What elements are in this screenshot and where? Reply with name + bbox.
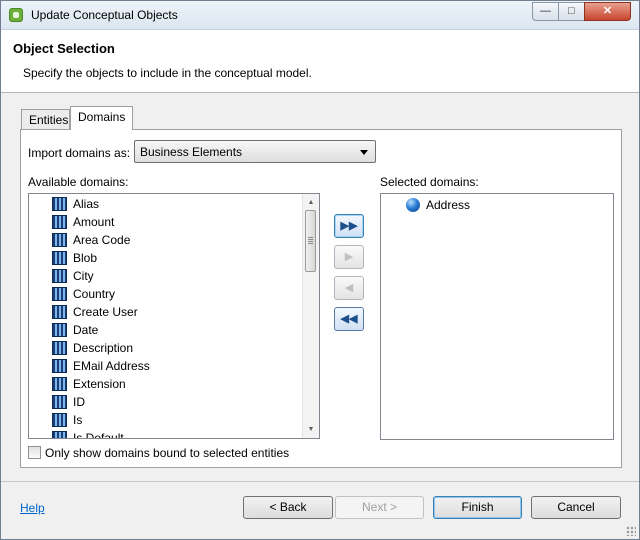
available-domains-items: Alias Amount Area Code Blob City Country Creat… — [29, 195, 303, 439]
scroll-down-icon[interactable]: ▼ — [303, 421, 319, 438]
selected-domains-label: Selected domains: — [380, 175, 479, 189]
domain-label: Is — [73, 413, 83, 427]
domain-label: Date — [73, 323, 99, 337]
window-title: Update Conceptual Objects — [31, 8, 178, 22]
domain-icon — [52, 269, 67, 283]
list-item[interactable]: Is — [29, 411, 303, 429]
domain-label: Area Code — [73, 233, 131, 247]
list-item[interactable]: Create User — [29, 303, 303, 321]
domain-label: City — [73, 269, 94, 283]
domain-label: Blob — [73, 251, 98, 265]
resize-grip-icon[interactable] — [626, 526, 636, 536]
list-item[interactable]: Description — [29, 339, 303, 357]
domain-label: Create User — [73, 305, 138, 319]
list-item[interactable]: Blob — [29, 249, 303, 267]
back-button[interactable]: < Back — [243, 496, 333, 519]
list-item[interactable]: Amount — [29, 213, 303, 231]
domain-label: Is Default — [73, 431, 124, 439]
domain-label: Alias — [73, 197, 100, 211]
domain-icon — [52, 287, 67, 301]
remove-button[interactable]: ◀ — [334, 276, 364, 300]
close-button[interactable]: ✕ — [584, 2, 631, 21]
domain-icon — [52, 413, 67, 427]
page-description: Specify the objects to include in the co… — [23, 66, 312, 80]
available-domains-label: Available domains: — [28, 175, 129, 189]
add-button[interactable]: ▶ — [334, 245, 364, 269]
remove-all-button[interactable]: ◀◀ — [334, 307, 364, 331]
app-icon — [9, 8, 23, 22]
list-item[interactable]: Country — [29, 285, 303, 303]
filter-bound-checkbox[interactable] — [28, 446, 41, 459]
scroll-up-icon[interactable]: ▲ — [303, 194, 319, 211]
available-domains-list[interactable]: Alias Amount Area Code Blob City Country Creat… — [28, 193, 320, 439]
domain-label: EMail Address — [73, 359, 150, 373]
finish-button[interactable]: Finish — [433, 496, 522, 519]
domain-icon — [52, 215, 67, 229]
filter-bound-label: Only show domains bound to selected enti… — [45, 446, 290, 460]
selected-domain-label: Address — [426, 198, 471, 212]
list-item[interactable]: Is Default — [29, 429, 303, 439]
domain-icon — [52, 305, 67, 319]
domain-label: ID — [73, 395, 85, 409]
list-item[interactable]: Alias — [29, 195, 303, 213]
domain-label: Country — [73, 287, 116, 301]
wizard-header: Object Selection Specify the objects to … — [1, 30, 639, 93]
next-button[interactable]: Next > — [335, 496, 424, 519]
scroll-thumb[interactable] — [305, 210, 316, 272]
list-item[interactable]: Date — [29, 321, 303, 339]
vertical-scrollbar[interactable]: ▲ ▼ — [302, 194, 319, 438]
tab-entities[interactable]: Entities — [21, 109, 70, 129]
domain-label: Amount — [73, 215, 115, 229]
domain-icon — [52, 377, 67, 391]
domain-icon — [52, 359, 67, 373]
tab-domains[interactable]: Domains — [70, 106, 133, 130]
domain-icon — [52, 233, 67, 247]
import-domains-label: Import domains as: — [28, 146, 131, 160]
list-item[interactable]: Address — [381, 196, 581, 214]
domain-label: Extension — [73, 377, 126, 391]
domain-icon — [52, 251, 67, 265]
selected-domains-list[interactable]: Address — [380, 193, 614, 440]
list-item[interactable]: ID — [29, 393, 303, 411]
domain-icon — [52, 197, 67, 211]
list-item[interactable]: Extension — [29, 375, 303, 393]
list-item[interactable]: EMail Address — [29, 357, 303, 375]
domain-ball-icon — [406, 198, 420, 212]
title-bar[interactable]: Update Conceptual Objects — □ ✕ — [1, 1, 639, 30]
help-link[interactable]: Help — [20, 501, 45, 515]
footer-separator — [1, 481, 639, 482]
domain-icon — [52, 431, 67, 438]
maximize-button[interactable]: □ — [558, 2, 585, 21]
import-domains-value: Business Elements — [140, 145, 243, 159]
domain-label: Description — [73, 341, 134, 355]
chevron-down-icon — [360, 150, 368, 155]
page-title: Object Selection — [13, 41, 115, 56]
list-item[interactable]: City — [29, 267, 303, 285]
minimize-button[interactable]: — — [532, 2, 559, 21]
domain-icon — [52, 341, 67, 355]
domain-icon — [52, 323, 67, 337]
import-domains-select[interactable]: Business Elements — [134, 140, 376, 163]
cancel-button[interactable]: Cancel — [531, 496, 621, 519]
list-item[interactable]: Area Code — [29, 231, 303, 249]
domain-icon — [52, 395, 67, 409]
dialog-window: Update Conceptual Objects — □ ✕ Object S… — [0, 0, 640, 540]
add-all-button[interactable]: ▶▶ — [334, 214, 364, 238]
